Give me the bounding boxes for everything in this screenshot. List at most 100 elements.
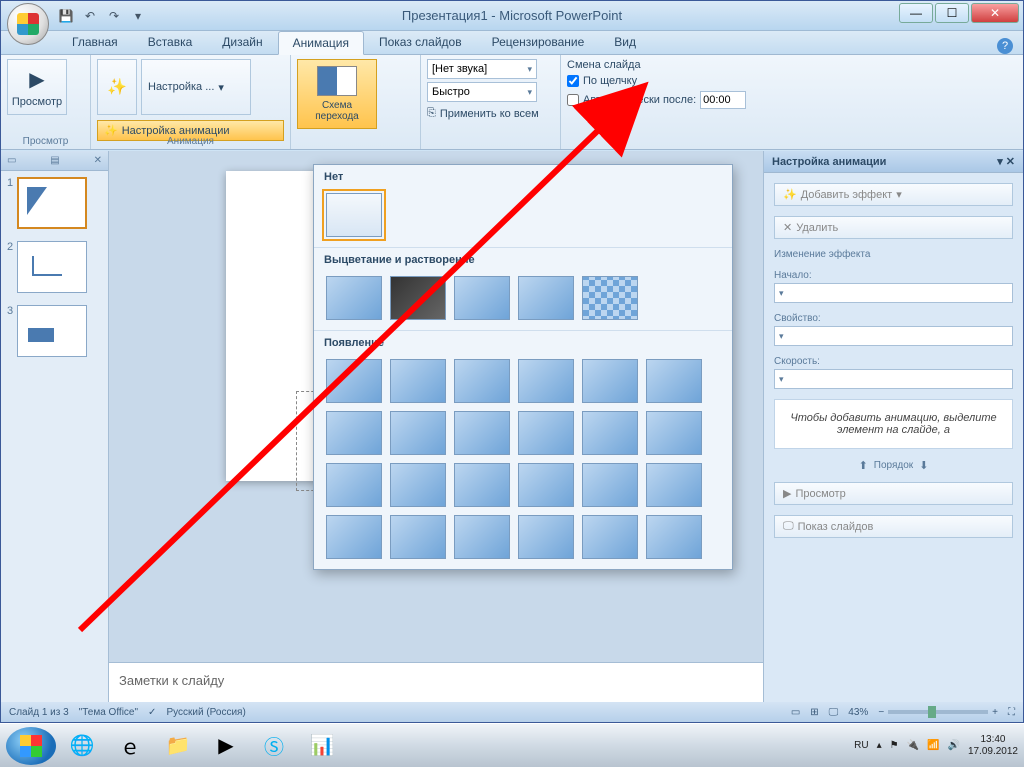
start-dropdown[interactable] [774, 283, 1013, 303]
order-down-icon[interactable]: ⬇ [919, 459, 928, 472]
on-click-checkbox[interactable]: По щелчку [567, 75, 855, 87]
slideshow-button[interactable]: 🖵 Показ слайдов [774, 515, 1013, 538]
transition-push-5[interactable] [582, 411, 638, 455]
transition-reveal-1[interactable] [326, 515, 382, 559]
tab-review[interactable]: Рецензирование [477, 30, 600, 54]
notes-pane[interactable]: Заметки к слайду [109, 662, 763, 702]
transition-reveal-5[interactable] [582, 515, 638, 559]
property-field: Свойство: [774, 313, 1013, 346]
tab-slideshow[interactable]: Показ слайдов [364, 30, 477, 54]
transition-reveal-4[interactable] [518, 515, 574, 559]
transition-none[interactable] [326, 193, 382, 237]
anim-speed-dropdown[interactable] [774, 369, 1013, 389]
tray-expand-icon[interactable]: ▴ [877, 740, 882, 751]
slides-tab-icon[interactable]: ▤ [50, 155, 59, 166]
redo-icon[interactable]: ↷ [105, 7, 123, 25]
transition-split-1[interactable] [326, 463, 382, 507]
preview-button[interactable]: ▶ Просмотр [7, 59, 67, 115]
skype-icon[interactable]: Ⓢ [252, 728, 296, 764]
transition-fade-5[interactable] [582, 276, 638, 320]
speed-dropdown[interactable]: Быстро [427, 82, 537, 102]
tab-home[interactable]: Главная [57, 30, 133, 54]
start-button[interactable] [6, 727, 56, 765]
fit-icon[interactable]: ⛶ [1008, 707, 1015, 718]
qat-more-icon[interactable]: ▾ [129, 7, 147, 25]
save-icon[interactable]: 💾 [57, 7, 75, 25]
animate-icon-button[interactable]: ✨ [97, 59, 137, 115]
add-effect-button[interactable]: ✨ Добавить эффект ▾ [774, 183, 1013, 206]
custom-dropdown[interactable]: Настройка ... ▾ [141, 59, 251, 115]
remove-effect-button[interactable]: ✕ Удалить [774, 216, 1013, 239]
auto-after-checkbox[interactable]: Автоматически после: [567, 91, 855, 109]
tray-flag-icon[interactable]: ⚑ [890, 740, 899, 751]
slide-thumb-3[interactable]: 3 [1, 299, 108, 363]
view-normal-icon[interactable]: ▭ [791, 707, 800, 718]
transition-fade-2[interactable] [390, 276, 446, 320]
transition-push-1[interactable] [326, 411, 382, 455]
outline-tab-icon[interactable]: ▭ [7, 155, 16, 166]
tray-lang[interactable]: RU [854, 740, 868, 751]
chrome-icon[interactable]: 🌐 [60, 728, 104, 764]
transition-split-6[interactable] [646, 463, 702, 507]
order-up-icon[interactable]: ⬆ [859, 459, 868, 472]
transition-reveal-3[interactable] [454, 515, 510, 559]
maximize-button[interactable]: ☐ [935, 3, 969, 23]
minimize-button[interactable]: — [899, 3, 933, 23]
spellcheck-icon[interactable]: ✓ [148, 707, 156, 718]
transition-reveal-6[interactable] [646, 515, 702, 559]
apply-all-button[interactable]: ⎘ Применить ко всем [427, 105, 554, 122]
transition-split-3[interactable] [454, 463, 510, 507]
transition-reveal-2[interactable] [390, 515, 446, 559]
close-pane-icon[interactable]: ✕ [94, 155, 102, 166]
zoom-out-icon[interactable]: − [878, 707, 884, 718]
zoom-slider[interactable]: − + [878, 707, 998, 718]
transition-push-2[interactable] [390, 411, 446, 455]
zoom-percent[interactable]: 43% [848, 707, 868, 718]
anim-hint: Чтобы добавить анимацию, выделите элемен… [774, 399, 1013, 449]
view-sorter-icon[interactable]: ⊞ [810, 707, 818, 718]
transition-wipe-6[interactable] [646, 359, 702, 403]
tray-clock[interactable]: 13:40 17.09.2012 [968, 734, 1018, 758]
transition-split-2[interactable] [390, 463, 446, 507]
transition-wipe-1[interactable] [326, 359, 382, 403]
tray-network-icon[interactable]: 📶 [927, 740, 939, 751]
tab-design[interactable]: Дизайн [207, 30, 277, 54]
transition-push-4[interactable] [518, 411, 574, 455]
view-slideshow-icon[interactable]: 🖵 [829, 707, 839, 718]
transition-push-6[interactable] [646, 411, 702, 455]
explorer-icon[interactable]: 📁 [156, 728, 200, 764]
transition-wipe-3[interactable] [454, 359, 510, 403]
auto-time-input[interactable] [700, 91, 746, 109]
transition-scheme-button[interactable]: Схема перехода [297, 59, 377, 129]
media-player-icon[interactable]: ▶ [204, 728, 248, 764]
tab-animation[interactable]: Анимация [278, 31, 364, 55]
slide-thumb-1[interactable]: 1 [1, 171, 108, 235]
transition-push-3[interactable] [454, 411, 510, 455]
transition-fade-4[interactable] [518, 276, 574, 320]
status-lang[interactable]: Русский (Россия) [166, 707, 245, 718]
tray-volume-icon[interactable]: 🔊 [947, 740, 959, 751]
transition-wipe-2[interactable] [390, 359, 446, 403]
tray-power-icon[interactable]: 🔌 [907, 740, 919, 751]
sound-dropdown[interactable]: [Нет звука] [427, 59, 537, 79]
transition-fade-3[interactable] [454, 276, 510, 320]
help-icon[interactable]: ? [997, 38, 1013, 54]
transition-wipe-5[interactable] [582, 359, 638, 403]
transition-split-5[interactable] [582, 463, 638, 507]
close-button[interactable]: ✕ [971, 3, 1019, 23]
property-dropdown[interactable] [774, 326, 1013, 346]
slide-thumb-2[interactable]: 2 [1, 235, 108, 299]
undo-icon[interactable]: ↶ [81, 7, 99, 25]
anim-pane-menu-icon[interactable]: ▾ [997, 156, 1003, 168]
zoom-in-icon[interactable]: + [992, 707, 998, 718]
powerpoint-icon[interactable]: 📊 [300, 728, 344, 764]
anim-preview-button[interactable]: ▶ Просмотр [774, 482, 1013, 505]
transition-wipe-4[interactable] [518, 359, 574, 403]
transition-fade-1[interactable] [326, 276, 382, 320]
tab-view[interactable]: Вид [599, 30, 651, 54]
anim-pane-close-icon[interactable]: ✕ [1006, 156, 1015, 168]
office-button[interactable] [7, 3, 49, 45]
transition-split-4[interactable] [518, 463, 574, 507]
tab-insert[interactable]: Вставка [133, 30, 208, 54]
ie-icon[interactable]: ｅ [108, 728, 152, 764]
